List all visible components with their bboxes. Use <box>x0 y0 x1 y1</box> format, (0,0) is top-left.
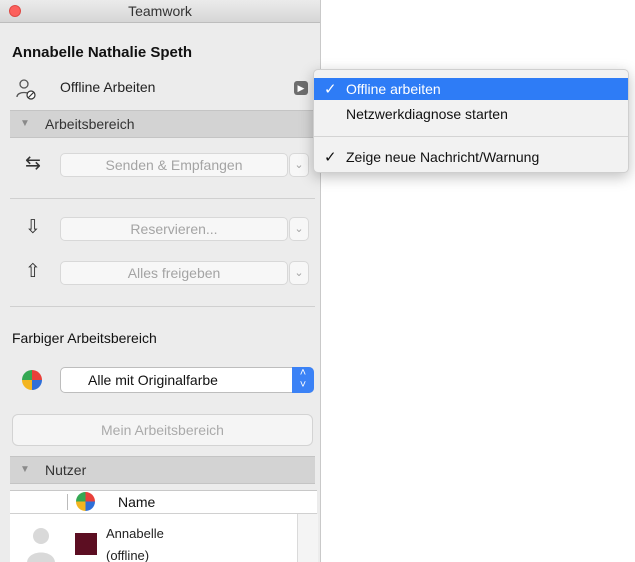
release-up-arrow-icon: ⇧ <box>25 261 41 282</box>
release-all-button[interactable]: Alles freigeben <box>60 261 288 285</box>
send-receive-button[interactable]: Senden & Empfangen <box>60 153 288 177</box>
title-bar[interactable]: Teamwork <box>0 0 320 23</box>
reserve-down-arrow-icon: ⇩ <box>25 217 41 238</box>
color-workspace-label: Farbiger Arbeitsbereich <box>12 330 157 346</box>
section-title: Nutzer <box>45 462 87 478</box>
checkmark-icon: ✓ <box>324 81 337 98</box>
color-column-icon <box>76 492 95 511</box>
reserve-dropdown-arrow[interactable]: ⌄ <box>289 217 309 241</box>
menu-separator <box>314 136 628 137</box>
section-header-nutzer[interactable]: ▼ Nutzer <box>10 456 315 484</box>
checkmark-icon: ✓ <box>324 149 337 166</box>
disclosure-triangle-icon[interactable]: ▼ <box>20 118 30 129</box>
color-mode-select[interactable]: Alle mit Originalfarbe ˄ ˅ <box>60 367 314 393</box>
divider <box>10 198 315 199</box>
status-row[interactable]: Offline Arbeiten ▶ <box>0 76 320 102</box>
user-color-swatch <box>75 533 97 555</box>
user-avatar-icon <box>27 528 55 562</box>
column-header-name[interactable]: Name <box>118 494 155 510</box>
table-row[interactable]: Annabelle (offline) <box>106 523 164 562</box>
menu-item-label: Zeige neue Nachricht/Warnung <box>346 149 540 165</box>
teamwork-palette: Teamwork Annabelle Nathalie Speth Offlin… <box>0 0 321 562</box>
section-header-arbeitsbereich[interactable]: ▼ Arbeitsbereich <box>10 110 315 138</box>
user-row-name: Annabelle <box>106 526 164 541</box>
menu-item-offline-arbeiten[interactable]: ✓ Offline arbeiten <box>314 78 628 100</box>
my-workspace-button[interactable]: Mein Arbeitsbereich <box>12 414 313 446</box>
user-row-status: (offline) <box>106 548 150 562</box>
menu-item-label: Offline arbeiten <box>346 81 441 97</box>
status-menu-arrow-icon[interactable]: ▶ <box>294 81 308 95</box>
reserve-button[interactable]: Reservieren... <box>60 217 288 241</box>
color-mode-value: Alle mit Originalfarbe <box>88 372 218 388</box>
menu-item-netzwerkdiagnose[interactable]: Netzwerkdiagnose starten <box>314 103 628 125</box>
user-offline-icon <box>16 79 36 100</box>
users-table: Name Annabelle (offline) <box>10 490 318 562</box>
status-popup-menu: ✓ Offline arbeiten Netzwerkdiagnose star… <box>313 69 629 173</box>
status-label: Offline Arbeiten <box>60 79 156 95</box>
disclosure-triangle-icon[interactable]: ▼ <box>20 464 30 475</box>
menu-item-zeige-nachricht[interactable]: ✓ Zeige neue Nachricht/Warnung <box>314 146 628 168</box>
scrollbar[interactable] <box>297 514 318 562</box>
send-receive-arrows-icon: ⇆ <box>25 153 41 174</box>
user-name: Annabelle Nathalie Speth <box>12 44 193 61</box>
divider <box>10 306 315 307</box>
section-title: Arbeitsbereich <box>45 116 135 132</box>
send-receive-dropdown-arrow[interactable]: ⌄ <box>289 153 309 177</box>
release-dropdown-arrow[interactable]: ⌄ <box>289 261 309 285</box>
column-divider <box>67 494 68 510</box>
window-title: Teamwork <box>128 3 192 19</box>
users-table-header: Name <box>10 491 317 514</box>
menu-item-label: Netzwerkdiagnose starten <box>346 106 508 122</box>
color-wheel-icon <box>22 370 42 390</box>
select-stepper-icon[interactable]: ˄ ˅ <box>292 367 314 393</box>
